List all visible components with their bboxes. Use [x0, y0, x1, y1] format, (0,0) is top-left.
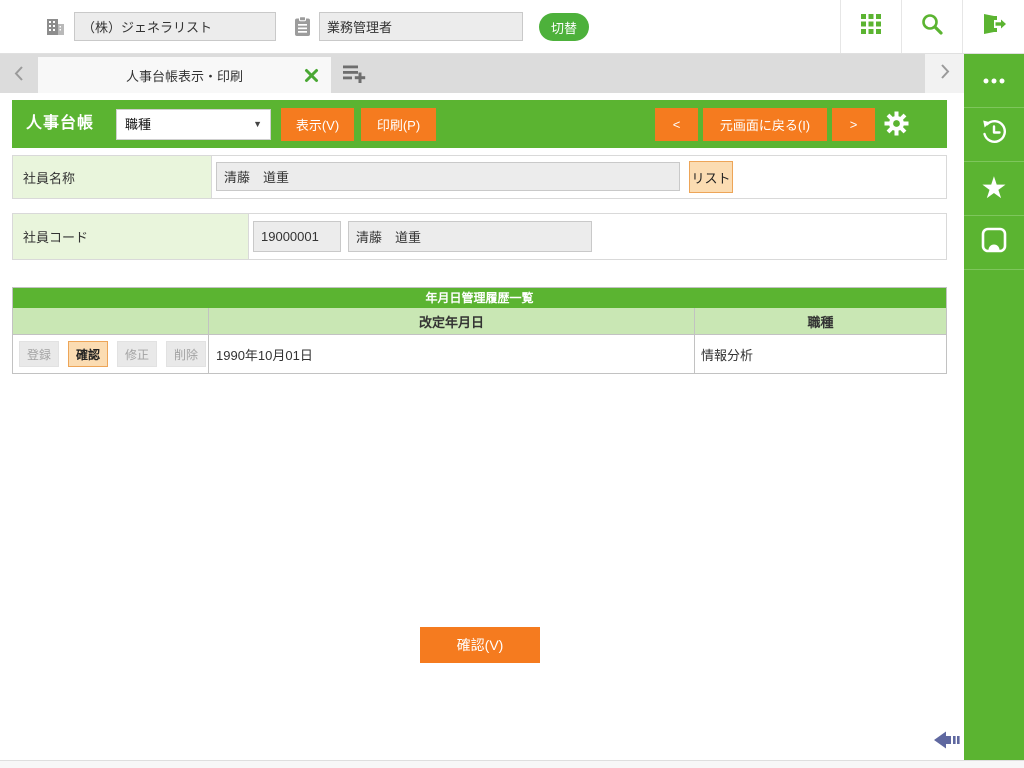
- tab-close-icon[interactable]: [304, 68, 319, 83]
- search-button[interactable]: [901, 0, 962, 53]
- tab-scroll-right[interactable]: [925, 54, 964, 93]
- logout-icon: [981, 12, 1007, 41]
- app-window: 切替: [0, 0, 1024, 768]
- modify-button[interactable]: 修正: [117, 341, 157, 367]
- history-icon: [979, 117, 1009, 152]
- tab-title: 人事台帳表示・印刷: [125, 68, 243, 84]
- employee-name-input[interactable]: [216, 162, 680, 191]
- employee-code-label: 社員コード: [13, 214, 249, 259]
- favorites-button[interactable]: ★: [964, 162, 1024, 216]
- chevron-down-icon: ▼: [253, 119, 262, 129]
- header-jobtype-column: 職種: [694, 308, 946, 334]
- jobtype-select-value: 職種: [125, 117, 152, 132]
- manual-box-icon: [980, 226, 1008, 259]
- right-sidebar: ★: [964, 54, 1024, 760]
- logout-button[interactable]: [962, 0, 1024, 53]
- tab-scroll-right-icon: [939, 63, 951, 85]
- search-icon: [920, 12, 944, 41]
- table-row: 登録 確認 修正 削除 1990年10月01日 情報分析: [13, 334, 946, 373]
- prev-record-button[interactable]: <: [655, 108, 698, 141]
- company-icon: [46, 17, 66, 42]
- tab-personnel-ledger[interactable]: 人事台帳表示・印刷: [38, 57, 331, 93]
- row-actions-cell: 登録 確認 修正 削除: [13, 335, 208, 373]
- employee-name-row: 社員名称 リスト: [12, 155, 947, 199]
- delete-button[interactable]: 削除: [166, 341, 206, 367]
- confirm-row-button[interactable]: 確認: [68, 341, 108, 367]
- next-record-button[interactable]: >: [832, 108, 875, 141]
- header-date-column: 改定年月日: [208, 308, 694, 334]
- bottom-scrollbar-track[interactable]: [0, 760, 1024, 768]
- register-button[interactable]: 登録: [19, 341, 59, 367]
- star-icon: ★: [980, 171, 1008, 205]
- add-tab-icon[interactable]: [342, 64, 367, 83]
- row-date-cell: 1990年10月01日: [208, 335, 694, 373]
- jobtype-select[interactable]: 職種 ▼: [116, 109, 271, 140]
- switch-button[interactable]: 切替: [539, 13, 589, 41]
- header-actions-column: [13, 308, 208, 334]
- collapse-sidebar-arrow-icon[interactable]: [934, 728, 962, 752]
- ledger-title: 人事台帳: [26, 115, 95, 132]
- tab-scroll-left-icon[interactable]: [13, 65, 25, 87]
- role-input[interactable]: [319, 12, 523, 41]
- row-jobtype-cell: 情報分析: [694, 335, 946, 373]
- employee-code-input[interactable]: [253, 221, 341, 252]
- confirm-button[interactable]: 確認(V): [420, 627, 540, 663]
- back-to-screen-button[interactable]: 元画面に戻る(I): [703, 108, 827, 141]
- history-table-title: 年月日管理履歴一覧: [13, 288, 946, 308]
- list-button[interactable]: リスト: [689, 161, 733, 193]
- show-button[interactable]: 表示(V): [281, 108, 354, 141]
- ellipsis-icon: [980, 72, 1008, 90]
- history-table-header: 改定年月日 職種: [13, 308, 946, 334]
- apps-menu-button[interactable]: [840, 0, 901, 53]
- more-menu-button[interactable]: [964, 54, 1024, 108]
- apps-grid-icon: [860, 13, 882, 40]
- role-icon: [294, 16, 311, 42]
- ledger-toolbar: 人事台帳 職種 ▼ 表示(V) 印刷(P) < 元画面に戻る(I) >: [12, 100, 947, 148]
- employee-code-row: 社員コード: [12, 213, 947, 260]
- company-input[interactable]: [74, 12, 276, 41]
- tab-bar: 人事台帳表示・印刷: [0, 54, 964, 93]
- employee-name-label: 社員名称: [13, 156, 212, 198]
- employee-code-name-input[interactable]: [348, 221, 592, 252]
- top-bar: 切替: [0, 0, 1024, 54]
- manual-button[interactable]: [964, 216, 1024, 270]
- settings-gear-icon[interactable]: [883, 110, 910, 137]
- history-table: 年月日管理履歴一覧 改定年月日 職種 登録 確認 修正 削除 1990年10月0…: [12, 287, 947, 374]
- print-button[interactable]: 印刷(P): [361, 108, 436, 141]
- history-button[interactable]: [964, 108, 1024, 162]
